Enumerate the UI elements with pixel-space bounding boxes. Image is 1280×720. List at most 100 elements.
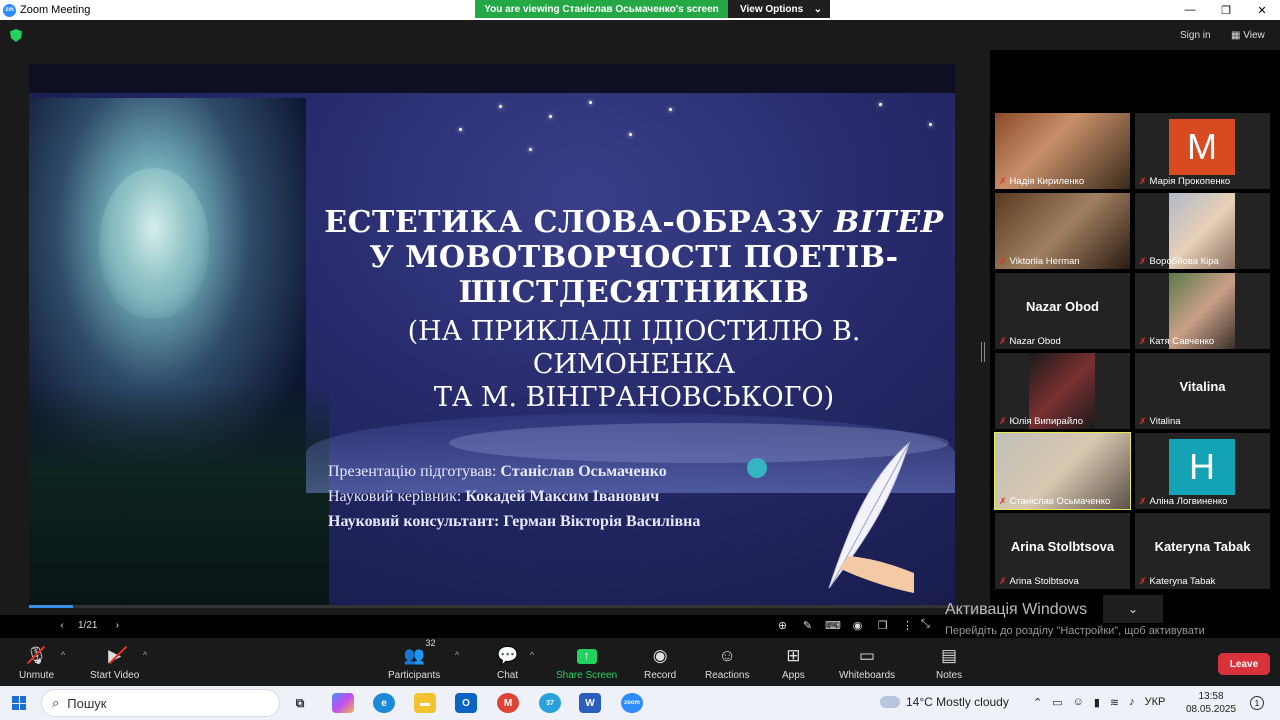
participant-tile[interactable]: M ✗ Марія Прокопенко [1135, 113, 1270, 189]
whiteboard-icon: ▭ [859, 646, 876, 665]
meeting-toolbar: 🎙 Unmute ^ ▶ Start Video ^ 👥32 Participa… [0, 638, 1280, 686]
view-button[interactable]: ▦ View [1231, 30, 1265, 41]
leave-button[interactable]: Leave [1218, 653, 1270, 675]
window-title: Zoom Meeting [20, 4, 91, 16]
participant-tile[interactable]: ✗ Юлія Випирайло [995, 353, 1130, 429]
participant-avatar: M [1169, 119, 1235, 175]
keyboard-icon[interactable]: ⌨ [825, 619, 841, 632]
record-button[interactable]: ◉ Record [644, 644, 676, 681]
slide-subtitle: (НА ПРИКЛАДІ ІДІОСТИЛЮ В. СИМОНЕНКА ТА М… [314, 315, 954, 414]
notifications-icon[interactable]: 1 [1250, 696, 1264, 710]
muted-mic-icon: ✗ [999, 576, 1007, 586]
telegram-icon[interactable]: 37 [539, 693, 561, 713]
chevron-up-icon[interactable]: ⌃ [1033, 696, 1042, 709]
maximize-button[interactable]: ❐ [1208, 0, 1244, 20]
credit-consultant-label: Науковий консультант: [328, 513, 504, 530]
participant-tile[interactable]: Vitalina ✗ Vitalina [1135, 353, 1270, 429]
people-icon[interactable]: ☺ [1073, 696, 1084, 709]
presentation-slide: ЕСТЕТИКА СЛОВА-ОБРАЗУ ВІТЕР У МОВОТВОРЧО… [29, 93, 955, 608]
notes-label: Notes [936, 670, 963, 681]
participant-tile[interactable]: H ✗ Аліна Логвиненко [1135, 433, 1270, 509]
video-off-icon: ▶ [108, 644, 128, 668]
participant-name: Nazar Obod [1009, 336, 1061, 347]
meeting-top-strip [0, 20, 1280, 50]
word-icon[interactable]: W [579, 693, 601, 713]
taskbar-search-input[interactable]: ⌕ Пошук [41, 689, 280, 717]
slide-navigation: ‹ 1/21 › ⊕ ✎ ⌨ ◉ ❐ ⋮ [29, 614, 955, 636]
participant-tile[interactable]: ✗ Воробйова Кіра [1135, 193, 1270, 269]
edge-browser-icon[interactable]: e [373, 693, 395, 713]
next-slide-button[interactable]: › [107, 620, 127, 631]
previous-slide-button[interactable]: ‹ [52, 620, 72, 631]
participant-name-label: ✗ Надія Кириленко [999, 176, 1084, 187]
slide-title-line3: ШІСТДЕСЯТНИКІВ [458, 275, 810, 310]
chevron-down-icon[interactable]: ⌄ [1103, 595, 1163, 623]
volume-icon[interactable]: ♪ [1129, 696, 1135, 709]
close-button[interactable]: ✕ [1244, 0, 1280, 20]
wifi-icon[interactable]: ≋ [1110, 696, 1119, 709]
cloud-weather-icon [880, 696, 900, 708]
sign-in-link[interactable]: Sign in [1180, 30, 1211, 41]
search-icon: ⌕ [52, 695, 60, 710]
whiteboards-button[interactable]: ▭ Whiteboards [839, 644, 895, 681]
participant-name-label: ✗ Марія Прокопенко [1139, 176, 1230, 187]
participant-tile[interactable]: ✗ Катя Савченко [1135, 273, 1270, 349]
participant-tile[interactable]: Arina Stolbtsova ✗ Arina Stolbtsova [995, 513, 1130, 589]
windows-start-icon[interactable] [12, 696, 26, 710]
task-view-icon[interactable]: ⧉ [289, 693, 311, 713]
unmute-button[interactable]: 🎙 Unmute [19, 644, 54, 681]
slide-progress-bar [29, 605, 955, 608]
audio-options-caret[interactable]: ^ [61, 650, 65, 660]
participant-tile[interactable]: Kateryna Tabak ✗ Kateryna Tabak [1135, 513, 1270, 589]
slide-title-line2: У МОВОТВОРЧОСТІ ПОЕТІВ- [369, 240, 899, 275]
muted-mic-icon: ✗ [999, 176, 1007, 186]
notes-button[interactable]: ▤ Notes [936, 644, 962, 681]
audio-icon[interactable]: ◉ [850, 619, 865, 632]
participant-tile[interactable]: ✗ Viktoriia Herman [995, 193, 1130, 269]
video-options-caret[interactable]: ^ [143, 650, 147, 660]
gallery-resize-handle[interactable] [981, 342, 985, 362]
participants-caret[interactable]: ^ [455, 650, 459, 660]
more-options-icon[interactable]: ⋮ [900, 619, 915, 632]
battery-icon[interactable]: ▮ [1094, 696, 1100, 709]
meet-now-icon[interactable]: ▭ [1052, 696, 1062, 709]
start-video-button[interactable]: ▶ Start Video [90, 644, 139, 681]
participants-button[interactable]: 👥 32 Participants [388, 638, 440, 681]
outlook-icon[interactable]: O [455, 693, 477, 713]
participant-name: Воробйова Кіра [1149, 256, 1219, 267]
apps-button[interactable]: ⊞ Apps [782, 644, 805, 681]
participant-display-name: Vitalina [1179, 379, 1226, 394]
copilot-icon[interactable] [332, 693, 354, 713]
chrome-profile-badge: M [503, 697, 513, 709]
copy-icon[interactable]: ❐ [875, 619, 890, 632]
share-screen-button[interactable]: ↑ Share Screen [556, 644, 617, 681]
muted-mic-icon: ✗ [999, 256, 1007, 266]
participant-tile[interactable]: Nazar Obod ✗ Nazar Obod [995, 273, 1130, 349]
file-explorer-icon[interactable]: ▬ [414, 693, 436, 713]
language-indicator[interactable]: УКР [1145, 696, 1166, 709]
chat-button[interactable]: 💬 Chat [497, 644, 518, 681]
exit-fullscreen-icon[interactable]: ⤡ [921, 618, 930, 631]
weather-widget[interactable]: 14°C Mostly cloudy [880, 695, 1009, 709]
slide-title-keyword: ВІТЕР [834, 205, 944, 240]
muted-mic-icon: ✗ [1139, 416, 1147, 426]
chrome-icon[interactable]: M [497, 693, 519, 713]
participant-name: Марія Прокопенко [1149, 176, 1231, 187]
participant-name-label: ✗ Станіслав Осьмаченко [999, 496, 1110, 507]
participant-tile[interactable]: ✗ Станіслав Осьмаченко [994, 432, 1131, 510]
quill-pen-icon [828, 441, 914, 593]
participant-tile[interactable]: ✗ Надія Кириленко [995, 113, 1130, 189]
annotate-pen-icon[interactable]: ✎ [800, 619, 815, 632]
muted-mic-icon: ✗ [1139, 176, 1147, 186]
minimize-button[interactable]: — [1172, 0, 1208, 20]
participant-name-label: ✗ Vitalina [1139, 416, 1181, 427]
activation-title: Активація Windows [945, 601, 1088, 618]
muted-mic-icon: ✗ [1139, 496, 1147, 506]
zoom-taskbar-icon[interactable]: zoom [621, 693, 643, 713]
zoom-in-icon[interactable]: ⊕ [775, 619, 790, 632]
taskbar-clock[interactable]: 13:58 08.05.2025 [1186, 690, 1236, 716]
reactions-button[interactable]: ☺ Reactions [705, 644, 749, 681]
chat-caret[interactable]: ^ [530, 650, 534, 660]
view-options-button[interactable]: View Options ⌄ [728, 0, 830, 18]
windows-taskbar: ⌕ Пошук ⧉ e ▬ O M 37 W zoom 14°C Mostly … [0, 686, 1280, 720]
